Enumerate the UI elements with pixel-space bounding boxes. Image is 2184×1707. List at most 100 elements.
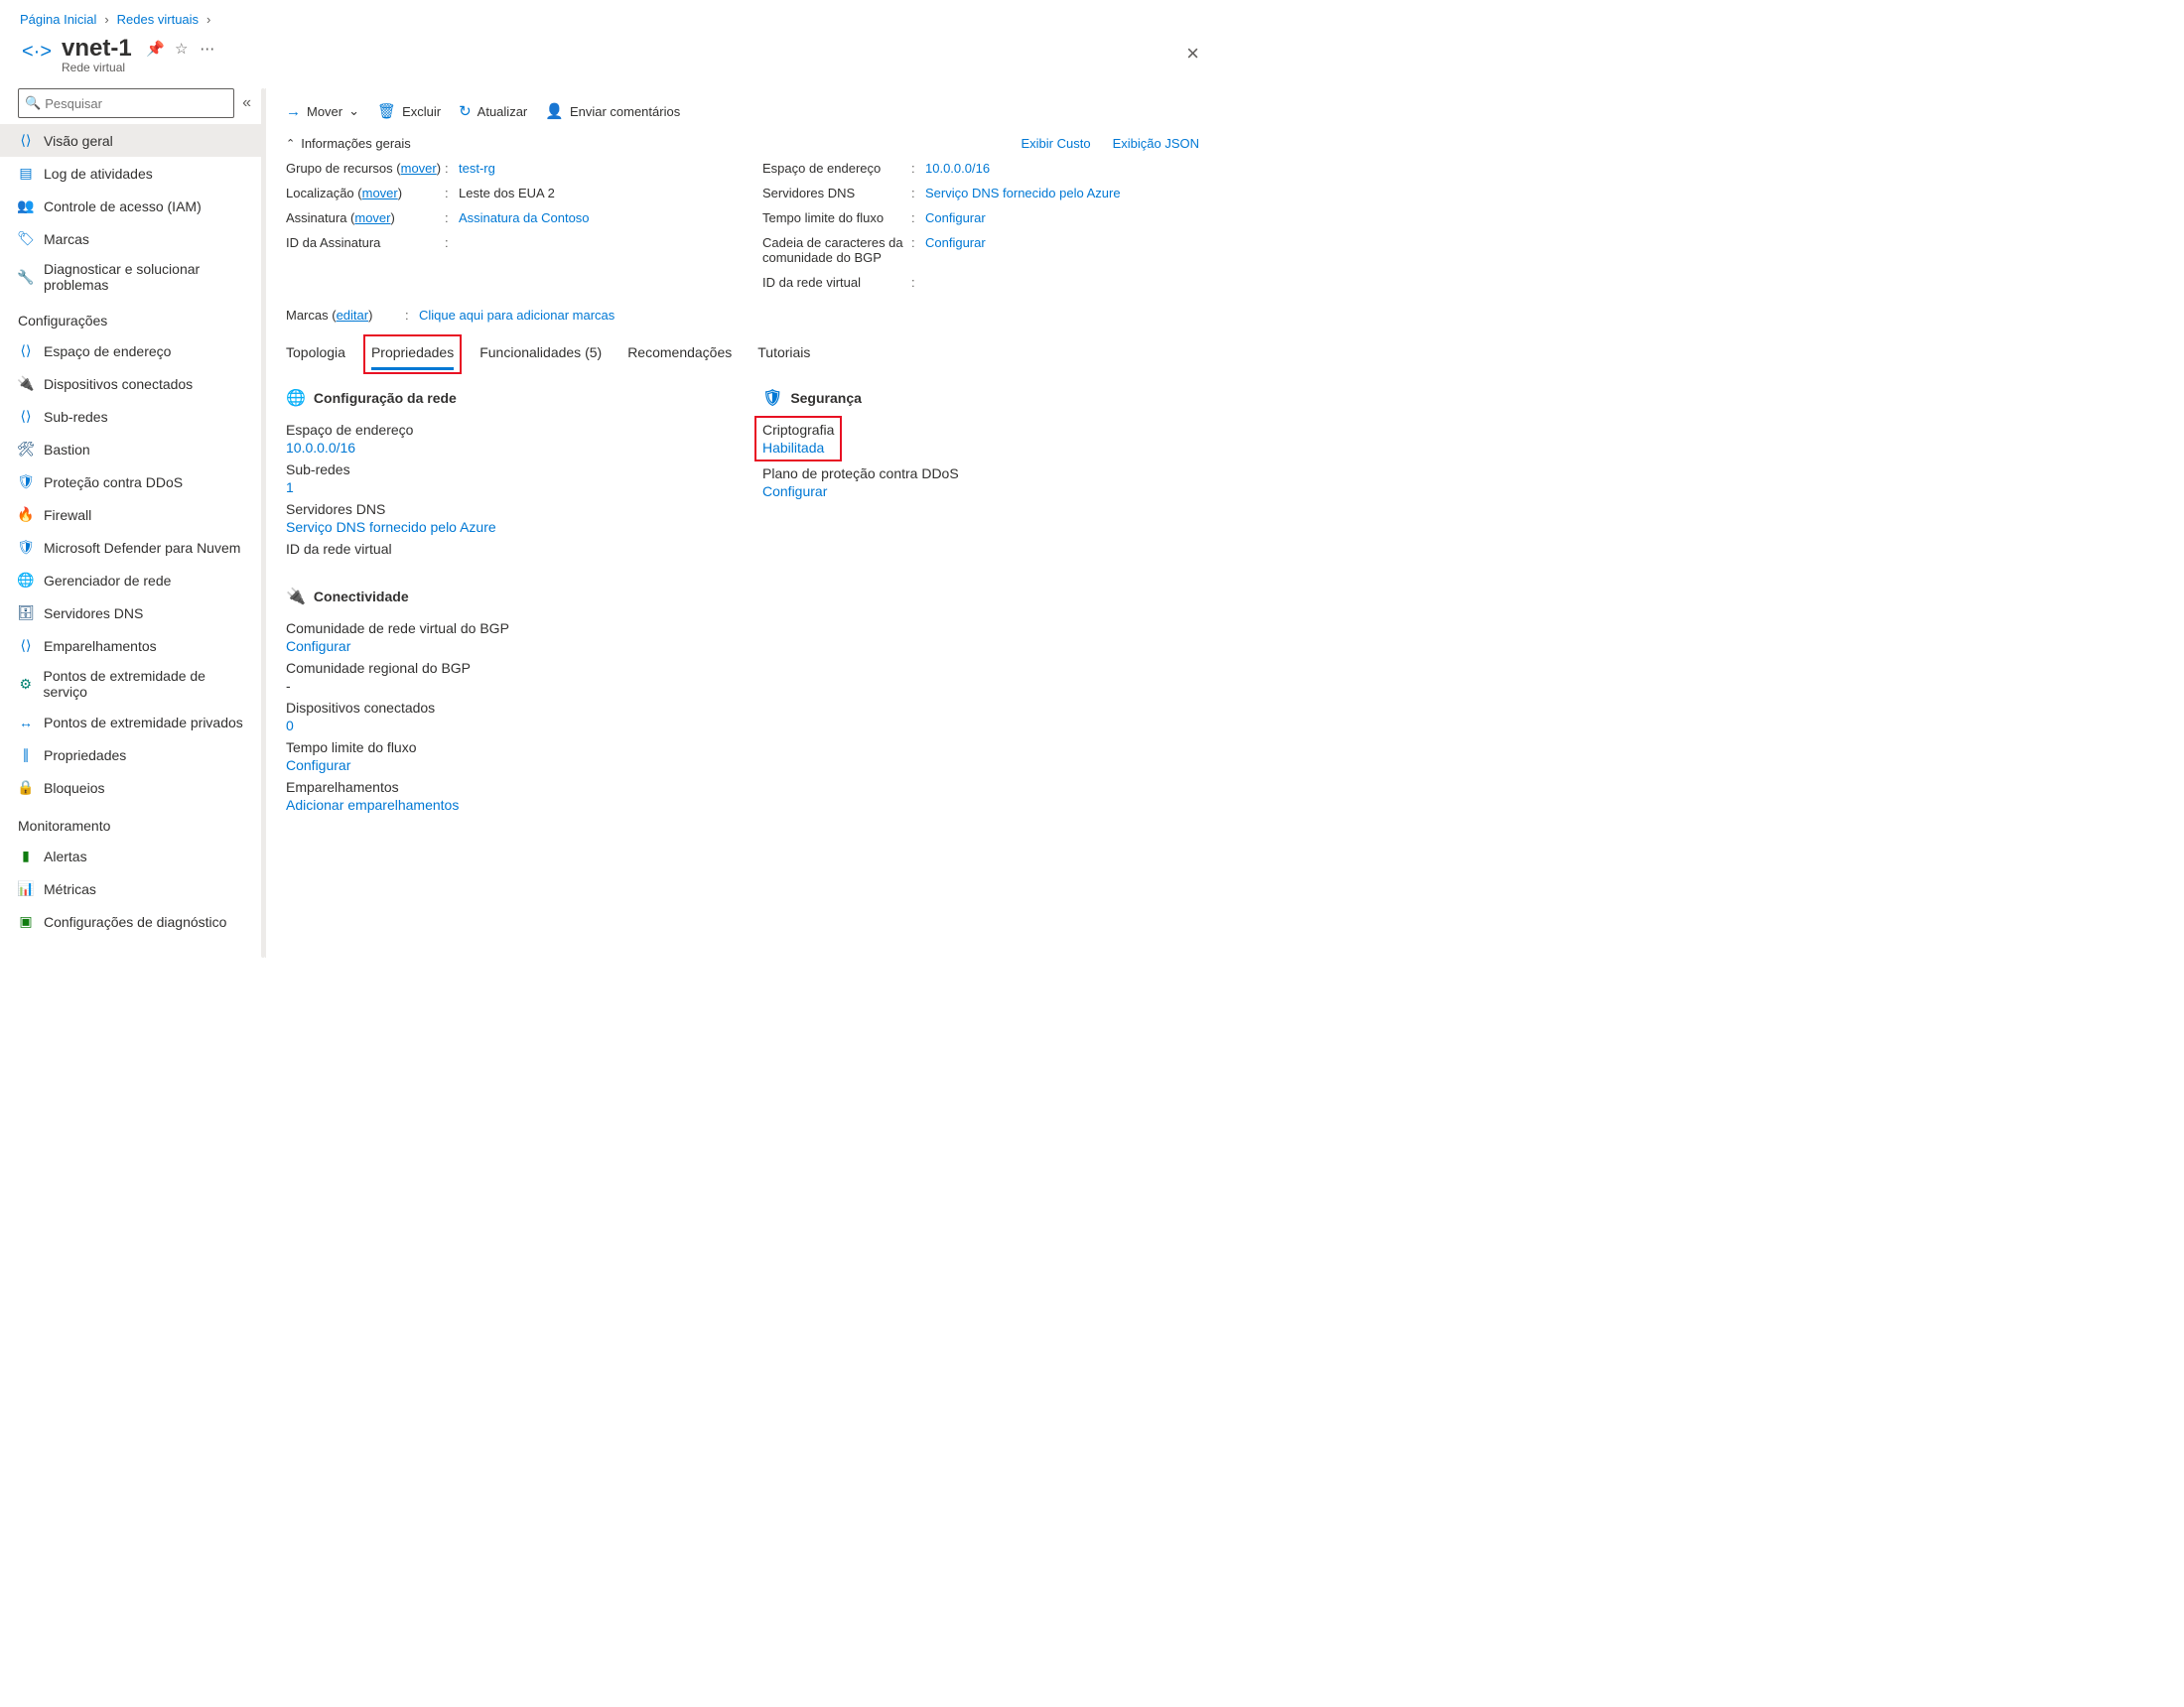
- tab-topology[interactable]: Topologia: [286, 338, 345, 370]
- sidebar-item-properties[interactable]: ∥Propriedades: [0, 738, 265, 771]
- refresh-icon: ↻: [459, 102, 472, 120]
- sidebar-item-label: Dispositivos conectados: [44, 376, 193, 392]
- resource-group-link[interactable]: test-rg: [459, 161, 495, 176]
- address-icon: ⟨⟩: [18, 343, 34, 359]
- search-input[interactable]: 🔍: [18, 88, 234, 118]
- bgp-link[interactable]: Configurar: [925, 235, 986, 265]
- sidebar-item-devices[interactable]: 🔌Dispositivos conectados: [0, 367, 265, 400]
- close-icon[interactable]: ×: [1186, 41, 1199, 66]
- move-link[interactable]: mover: [362, 186, 398, 200]
- prop-label: ID da rede virtual: [286, 541, 723, 557]
- people-icon: 👥: [18, 198, 34, 214]
- shield-icon: 🛡: [18, 474, 34, 490]
- sidebar-item-defender[interactable]: 🛡Microsoft Defender para Nuvem: [0, 531, 265, 564]
- sidebar-item-label: Configurações de diagnóstico: [44, 914, 226, 930]
- show-cost-link[interactable]: Exibir Custo: [1022, 136, 1091, 151]
- move-link[interactable]: mover: [354, 210, 390, 225]
- add-peerings-link[interactable]: Adicionar emparelhamentos: [286, 797, 459, 813]
- sidebar-item-overview[interactable]: ⟨⟩Visão geral: [0, 124, 265, 157]
- essentials-label: Espaço de endereço: [762, 161, 911, 176]
- breadcrumb-vnets[interactable]: Redes virtuais: [117, 12, 199, 27]
- sidebar-item-subnets[interactable]: ⟨⟩Sub-redes: [0, 400, 265, 433]
- sidebar-item-peerings[interactable]: ⟨⟩Emparelhamentos: [0, 629, 265, 662]
- bgp-vnet-link[interactable]: Configurar: [286, 638, 350, 654]
- devices-link[interactable]: 0: [286, 718, 294, 733]
- sidebar-item-metrics[interactable]: 📊Métricas: [0, 872, 265, 905]
- sidebar-item-label: Proteção contra DDoS: [44, 474, 183, 490]
- collapse-icon[interactable]: «: [242, 94, 251, 112]
- add-tags-link[interactable]: Clique aqui para adicionar marcas: [419, 308, 614, 323]
- move-button[interactable]: →Mover⌄: [286, 103, 359, 120]
- sidebar-item-svcendpts[interactable]: ⚙Pontos de extremidade de serviço: [0, 662, 265, 706]
- pin-icon[interactable]: 📌: [148, 41, 164, 57]
- encryption-status-link[interactable]: Habilitada: [762, 440, 824, 456]
- prop-value: -: [286, 678, 723, 694]
- ddos-link[interactable]: Configurar: [762, 483, 827, 499]
- sidebar-item-diagnose[interactable]: 🔧Diagnosticar e solucionar problemas: [0, 255, 265, 299]
- section-security: 🛡Segurança: [762, 388, 1199, 408]
- subnets-link[interactable]: 1: [286, 479, 294, 495]
- shield-icon: 🛡: [762, 388, 782, 408]
- location-value: Leste dos EUA 2: [459, 186, 555, 200]
- sidebar-item-alerts[interactable]: ▮Alertas: [0, 840, 265, 872]
- breadcrumb-home[interactable]: Página Inicial: [20, 12, 96, 27]
- essentials-label: Tempo limite do fluxo: [762, 210, 911, 225]
- sidebar-item-label: Sub-redes: [44, 409, 108, 425]
- sidebar-item-activity[interactable]: ▤Log de atividades: [0, 157, 265, 190]
- refresh-button[interactable]: ↻Atualizar: [459, 102, 527, 120]
- essentials-label: Assinatura (mover): [286, 210, 445, 225]
- address-space-link[interactable]: 10.0.0.0/16: [925, 161, 990, 176]
- tab-recommendations[interactable]: Recomendações: [627, 338, 732, 370]
- dns-icon: 🗄: [18, 605, 34, 621]
- edit-tags-link[interactable]: editar: [337, 308, 369, 323]
- dns-link[interactable]: Serviço DNS fornecido pelo Azure: [925, 186, 1121, 200]
- encryption-label: Criptografia: [762, 422, 834, 438]
- sidebar-item-locks[interactable]: 🔒Bloqueios: [0, 771, 265, 804]
- sidebar-item-netmgr[interactable]: 🌐Gerenciador de rede: [0, 564, 265, 596]
- move-link[interactable]: mover: [401, 161, 437, 176]
- sidebar-item-address[interactable]: ⟨⟩Espaço de endereço: [0, 334, 265, 367]
- delete-button[interactable]: 🗑Excluir: [377, 102, 441, 120]
- bastion-icon: 🛠: [18, 442, 34, 458]
- trash-icon: 🗑: [377, 102, 396, 120]
- more-icon[interactable]: ⋯: [200, 41, 215, 57]
- chevron-up-icon[interactable]: ⌃: [286, 137, 295, 150]
- sidebar-item-firewall[interactable]: 🔥Firewall: [0, 498, 265, 531]
- sidebar-item-ddos[interactable]: 🛡 Proteção contra DDoS: [0, 465, 265, 498]
- sidebar-item-dns[interactable]: 🗄 Servidores DNS: [0, 596, 265, 629]
- log-icon: ▤: [18, 166, 34, 182]
- flow-timeout-link[interactable]: Configurar: [925, 210, 986, 225]
- dns-link[interactable]: Serviço DNS fornecido pelo Azure: [286, 519, 496, 535]
- vnet-icon: <·>: [20, 35, 54, 68]
- lock-icon: 🔒: [18, 780, 34, 796]
- prop-label: Dispositivos conectados: [286, 700, 723, 716]
- resource-type-label: Rede virtual: [62, 61, 215, 74]
- tab-capabilities[interactable]: Funcionalidades (5): [479, 338, 602, 370]
- sidebar-item-iam[interactable]: 👥Controle de acesso (IAM): [0, 190, 265, 222]
- sidebar-item-privendpts[interactable]: ↔Pontos de extremidade privados: [0, 706, 265, 738]
- chevron-down-icon: ⌄: [348, 103, 359, 119]
- prop-label: Plano de proteção contra DDoS: [762, 465, 1199, 481]
- prop-label: Sub-redes: [286, 461, 723, 477]
- feedback-button[interactable]: 👤Enviar comentários: [545, 102, 680, 120]
- prop-label: Servidores DNS: [286, 501, 723, 517]
- sidebar-item-bastion[interactable]: 🛠Bastion: [0, 433, 265, 465]
- star-icon[interactable]: ☆: [174, 41, 190, 57]
- sidebar-item-diagset[interactable]: ▣Configurações de diagnóstico: [0, 905, 265, 938]
- sidebar-item-tags[interactable]: 🏷Marcas: [0, 222, 265, 255]
- defender-icon: 🛡: [18, 540, 34, 556]
- address-space-link[interactable]: 10.0.0.0/16: [286, 440, 355, 456]
- json-view-link[interactable]: Exibição JSON: [1113, 136, 1199, 151]
- subscription-link[interactable]: Assinatura da Contoso: [459, 210, 590, 225]
- sidebar-item-label: Visão geral: [44, 133, 113, 149]
- flow-link[interactable]: Configurar: [286, 757, 350, 773]
- sidebar-group-settings: Configurações: [0, 299, 265, 334]
- tab-tutorials[interactable]: Tutoriais: [757, 338, 810, 370]
- breadcrumb: Página Inicial › Redes virtuais ›: [0, 0, 1219, 35]
- sidebar-item-label: Servidores DNS: [44, 605, 143, 621]
- tab-properties[interactable]: Propriedades: [371, 338, 454, 366]
- scrollbar[interactable]: [261, 88, 265, 958]
- sidebar-item-label: Firewall: [44, 507, 91, 523]
- metrics-icon: 📊: [18, 881, 34, 897]
- essentials-label: Cadeia de caracteres da comunidade do BG…: [762, 235, 911, 265]
